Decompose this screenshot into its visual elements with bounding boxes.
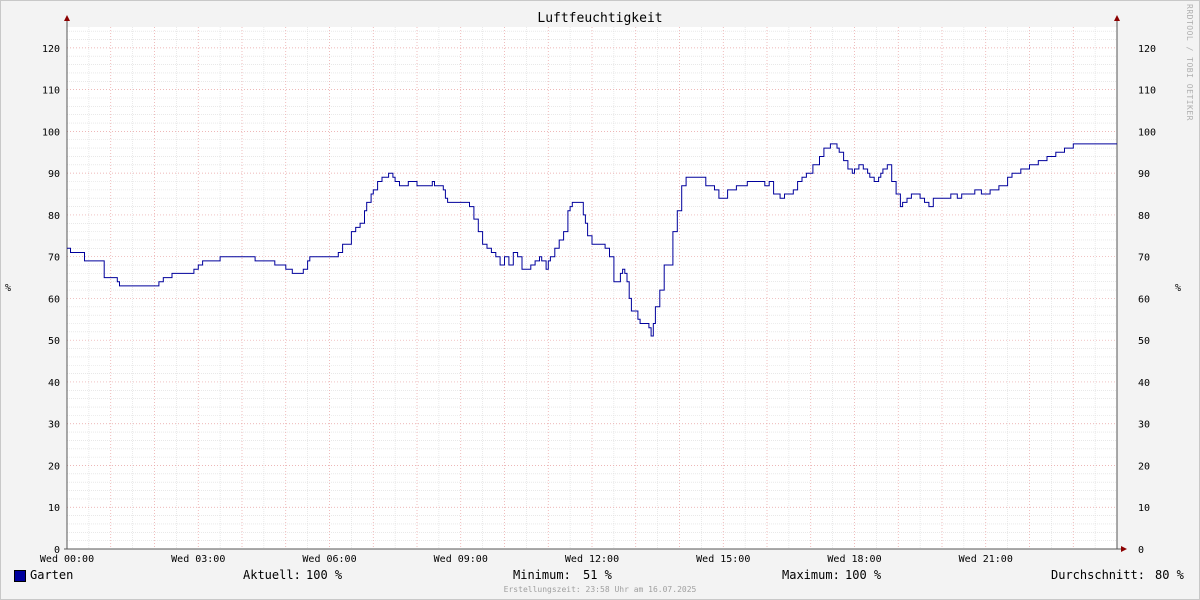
y-tick-label-left: 100 xyxy=(42,127,60,138)
y-tick-label-right: 90 xyxy=(1138,169,1150,180)
y-tick-label-left: 20 xyxy=(48,461,60,472)
x-tick-label: Wed 21:00 xyxy=(959,554,1013,565)
legend-avg-label: Durchschnitt: xyxy=(1051,568,1145,582)
legend-current-label: Aktuell: xyxy=(243,568,301,582)
x-tick-label: Wed 06:00 xyxy=(302,554,356,565)
x-tick-label: Wed 00:00 xyxy=(40,554,94,565)
x-tick-label: Wed 12:00 xyxy=(565,554,619,565)
y-tick-label-right: 100 xyxy=(1138,127,1156,138)
x-tick-label: Wed 18:00 xyxy=(827,554,881,565)
y-tick-label-right: 70 xyxy=(1138,253,1150,264)
x-tick-label: Wed 03:00 xyxy=(171,554,225,565)
legend-avg-value: 80 % xyxy=(1155,568,1184,582)
y-tick-label-right: 0 xyxy=(1138,545,1144,556)
y-tick-label-left: 40 xyxy=(48,378,60,389)
chart-canvas: 0 010 1020 2030 3040 4050 5060 6070 7080 8090 9010… xyxy=(40,15,1156,565)
y-tick-label-right: 30 xyxy=(1138,420,1150,431)
y-tick-label-left: 30 xyxy=(48,420,60,431)
legend-max-label: Maximum: xyxy=(782,568,840,582)
y-tick-label-right: 40 xyxy=(1138,378,1150,389)
x-axis-arrow xyxy=(1121,546,1127,552)
x-tick-label: Wed 15:00 xyxy=(696,554,750,565)
y-tick-label-right: 110 xyxy=(1138,86,1156,97)
y-tick-label-left: 10 xyxy=(48,503,60,514)
x-tick-label: Wed 09:00 xyxy=(434,554,488,565)
y-tick-label-right: 20 xyxy=(1138,461,1150,472)
y-tick-label-left: 60 xyxy=(48,294,60,305)
y-tick-label-right: 50 xyxy=(1138,336,1150,347)
legend-row: Garten Aktuell: 100 % Minimum: 51 % Maxi… xyxy=(0,568,1200,584)
y-tick-label-right: 120 xyxy=(1138,44,1156,55)
y-tick-label-right: 10 xyxy=(1138,503,1150,514)
y-axis-unit-left: % xyxy=(5,283,12,294)
y-tick-label-left: 50 xyxy=(48,336,60,347)
y-tick-label-left: 90 xyxy=(48,169,60,180)
chart-title: Luftfeuchtigkeit xyxy=(537,11,663,26)
y-tick-label-right: 60 xyxy=(1138,294,1150,305)
y-axis-unit-right: % xyxy=(1175,283,1182,294)
creation-timestamp: Erstellungszeit: 23:58 Uhr am 16.07.2025 xyxy=(503,585,697,594)
y-tick-label-right: 80 xyxy=(1138,211,1150,222)
legend-series-name: Garten xyxy=(30,568,74,582)
legend-max-value: 100 % xyxy=(845,568,882,582)
y-tick-label-left: 80 xyxy=(48,211,60,222)
legend-min-value: 51 % xyxy=(583,568,612,582)
legend-min-label: Minimum: xyxy=(513,568,571,582)
rrdtool-watermark: RRDTOOL / TOBI OETIKER xyxy=(1185,4,1194,121)
y-tick-label-left: 70 xyxy=(48,253,60,264)
y-tick-label-left: 110 xyxy=(42,86,60,97)
legend-current-value: 100 % xyxy=(306,568,343,582)
y-tick-label-left: 120 xyxy=(42,44,60,55)
